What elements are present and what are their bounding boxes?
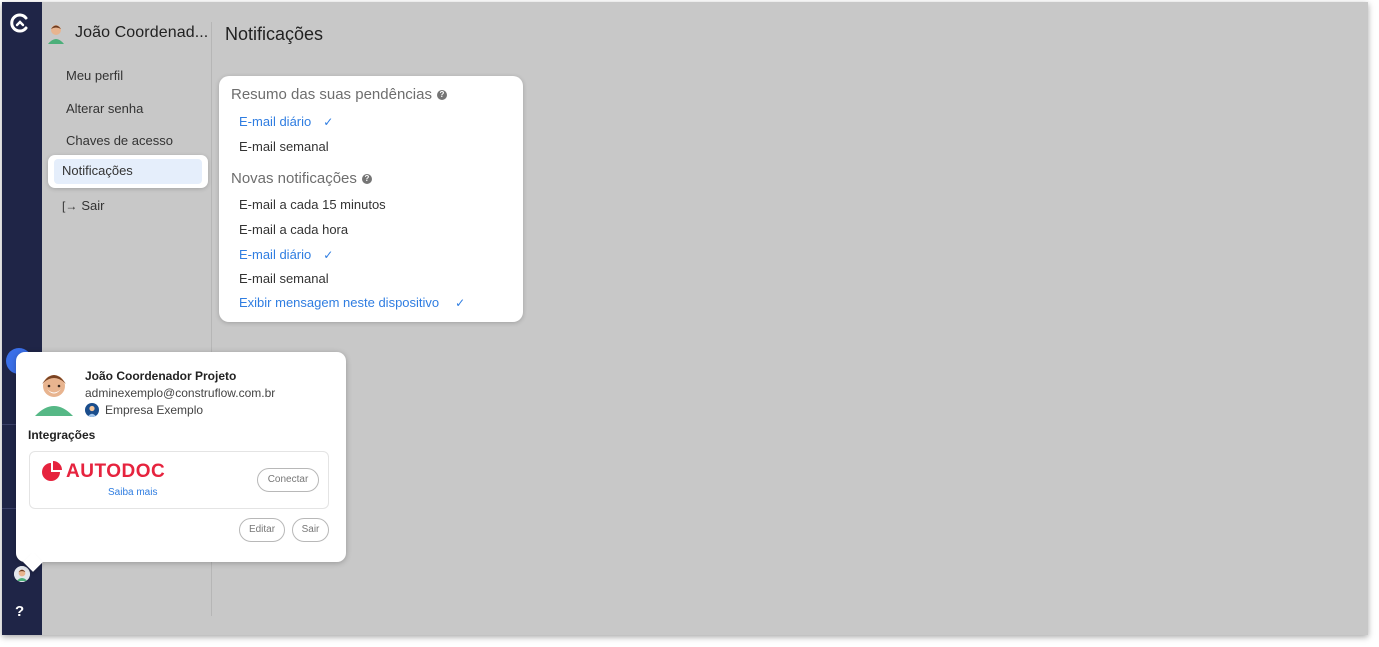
user-avatar-icon[interactable] bbox=[14, 566, 30, 582]
notifications-card: Resumo das suas pendências ? E-mail diár… bbox=[219, 76, 523, 322]
app-window: ? João Coordenad... Meu perfil Alterar s… bbox=[2, 2, 1368, 635]
user-avatar-icon bbox=[48, 25, 64, 44]
edit-button[interactable]: Editar bbox=[239, 518, 285, 542]
connect-button[interactable]: Conectar bbox=[257, 468, 319, 492]
page-title: Notificações bbox=[225, 24, 324, 44]
menu-item-profile[interactable]: Meu perfil bbox=[66, 68, 123, 83]
learn-more-link[interactable]: Saiba mais bbox=[108, 487, 157, 498]
new-option-device-message[interactable]: Exibir mensagem neste dispositivo ✓ bbox=[239, 295, 465, 310]
construflow-logo-icon[interactable] bbox=[9, 12, 31, 34]
menu-item-logout[interactable]: [→ Sair bbox=[62, 198, 104, 213]
option-label: E-mail semanal bbox=[239, 271, 329, 286]
user-full-name: João Coordenador Projeto bbox=[85, 369, 237, 383]
help-icon[interactable]: ? bbox=[361, 173, 372, 184]
check-icon: ✓ bbox=[455, 296, 466, 310]
check-icon: ✓ bbox=[323, 248, 334, 262]
autodoc-logo: AUTODOC bbox=[40, 461, 165, 483]
autodoc-logo-icon bbox=[42, 461, 62, 481]
company-icon bbox=[85, 403, 99, 417]
summary-title-text: Resumo das suas pendências bbox=[231, 86, 432, 103]
new-notifications-section-title: Novas notificações ? bbox=[231, 170, 372, 187]
integration-autodoc: AUTODOC Saiba mais Conectar bbox=[29, 451, 329, 509]
summary-option-weekly[interactable]: E-mail semanal bbox=[239, 139, 329, 154]
menu-item-label: Notificações bbox=[62, 163, 133, 178]
new-option-weekly[interactable]: E-mail semanal bbox=[239, 271, 329, 286]
user-avatar-icon bbox=[35, 375, 73, 416]
option-label: E-mail a cada hora bbox=[239, 222, 349, 237]
menu-item-notifications[interactable]: Notificações bbox=[48, 155, 208, 188]
logout-arrow-icon: [→ bbox=[62, 198, 78, 213]
user-company: Empresa Exemplo bbox=[85, 403, 203, 417]
help-icon[interactable]: ? bbox=[15, 604, 24, 620]
summary-option-daily[interactable]: E-mail diário ✓ bbox=[239, 114, 333, 129]
menu-item-access-keys[interactable]: Chaves de acesso bbox=[66, 133, 173, 148]
logout-button[interactable]: Sair bbox=[292, 518, 329, 542]
new-option-15-min[interactable]: E-mail a cada 15 minutos bbox=[239, 197, 386, 212]
option-label: E-mail semanal bbox=[239, 139, 329, 154]
help-icon[interactable]: ? bbox=[436, 89, 447, 100]
user-email: adminexemplo@construflow.com.br bbox=[85, 386, 276, 400]
new-option-hourly[interactable]: E-mail a cada hora bbox=[239, 222, 348, 237]
option-label: Exibir mensagem neste dispositivo bbox=[239, 295, 440, 310]
check-icon: ✓ bbox=[323, 115, 334, 129]
summary-section-title: Resumo das suas pendências ? bbox=[231, 86, 447, 103]
autodoc-brand: AUTODOC bbox=[66, 461, 166, 482]
new-title-text: Novas notificações bbox=[231, 170, 357, 187]
user-name: João Coordenad... bbox=[75, 24, 209, 41]
company-name: Empresa Exemplo bbox=[105, 403, 204, 417]
user-popover: João Coordenador Projeto adminexemplo@co… bbox=[16, 352, 346, 572]
menu-item-change-password[interactable]: Alterar senha bbox=[66, 101, 143, 116]
option-label: E-mail diário bbox=[239, 114, 312, 129]
integrations-title: Integrações bbox=[28, 428, 96, 442]
option-label: E-mail a cada 15 minutos bbox=[239, 197, 386, 212]
logout-label: Sair bbox=[81, 198, 105, 213]
option-label: E-mail diário bbox=[239, 247, 312, 262]
new-option-daily[interactable]: E-mail diário ✓ bbox=[239, 247, 333, 262]
user-header[interactable]: João Coordenad... bbox=[46, 22, 208, 44]
